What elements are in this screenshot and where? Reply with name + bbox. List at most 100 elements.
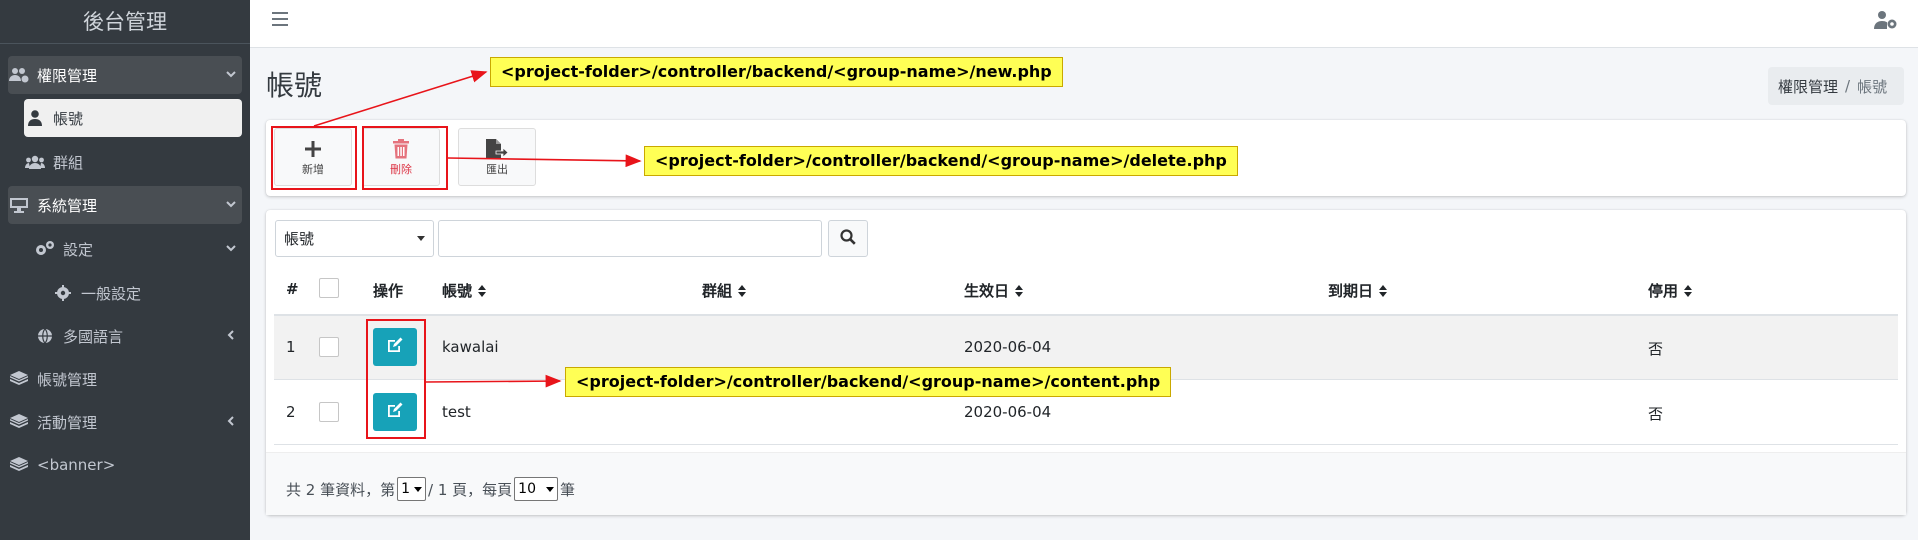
sidebar-item-general-settings[interactable]: 一般設定	[52, 274, 242, 312]
sort-icon	[1684, 284, 1693, 297]
search-field-select[interactable]: 帳號	[275, 220, 434, 257]
user-cog-icon[interactable]	[1874, 10, 1898, 30]
column-header-index: #	[286, 280, 299, 298]
brand-title[interactable]: 後台管理	[0, 0, 250, 44]
sidebar-item-languages[interactable]: 多國語言	[34, 317, 242, 355]
column-header-expiry-date[interactable]: 到期日	[1328, 280, 1388, 301]
column-header-label: 帳號	[442, 282, 473, 300]
column-header-label: 停用	[1648, 282, 1679, 300]
breadcrumb: 權限管理 / 帳號	[1768, 67, 1904, 105]
annotation-delete-path: <project-folder>/controller/backend/<gro…	[644, 146, 1238, 176]
chevron-left-icon	[220, 328, 242, 344]
top-navbar	[250, 0, 1918, 48]
sidebar-item-label: 一般設定	[81, 284, 142, 303]
pagination-footer: 共 2 筆資料，第 1 / 1 頁，每頁 10 筆	[266, 452, 1906, 515]
row-checkbox[interactable]	[319, 402, 339, 422]
column-header-disabled[interactable]: 停用	[1648, 280, 1693, 301]
column-header-label: 群組	[702, 282, 733, 300]
sidebar-item-account[interactable]: 帳號	[24, 99, 242, 137]
account-list-card: 帳號 # 操作 帳號 群組 生效日 到期日 停用 1 kawalai 2020-…	[266, 210, 1906, 515]
file-export-icon	[486, 137, 508, 161]
cell-effective-date: 2020-06-04	[964, 403, 1052, 421]
breadcrumb-item-account: 帳號	[1857, 77, 1888, 96]
pagination: 共 2 筆資料，第 1 / 1 頁，每頁 10 筆	[286, 477, 575, 501]
search-input[interactable]	[438, 220, 822, 257]
arrow-to-new	[313, 70, 488, 127]
row-checkbox[interactable]	[319, 337, 339, 357]
pager-suffix: 筆	[559, 480, 575, 499]
row-index: 1	[286, 338, 296, 356]
annotation-box-add	[271, 126, 357, 190]
users-cog-icon	[8, 65, 30, 85]
annotation-box-edit	[366, 319, 426, 439]
chevron-down-icon	[220, 241, 242, 257]
annotation-box-delete	[362, 126, 448, 190]
search-icon	[840, 228, 856, 249]
users-icon	[24, 152, 46, 172]
chevron-down-icon	[220, 67, 242, 83]
pager-prefix: 共 2 筆資料，第	[286, 480, 396, 499]
column-header-label: 到期日	[1328, 282, 1374, 300]
chevron-down-icon	[417, 236, 425, 241]
cell-account: test	[442, 403, 471, 421]
cog-icon	[52, 283, 74, 303]
sidebar-item-label: 帳號管理	[37, 370, 98, 389]
page-select-value: 1	[401, 481, 411, 497]
hamburger-icon[interactable]	[272, 12, 288, 26]
cogs-icon	[34, 239, 56, 259]
sort-icon	[1379, 284, 1388, 297]
sidebar-item-account-management[interactable]: 帳號管理	[8, 360, 242, 398]
per-page-select-value: 10	[518, 481, 536, 497]
sidebar-item-label: 系統管理	[37, 196, 98, 215]
sidebar-item-label: 設定	[63, 240, 94, 259]
sort-icon	[478, 284, 487, 297]
sidebar-item-permission-management[interactable]: 權限管理	[8, 56, 242, 94]
cell-effective-date: 2020-06-04	[964, 338, 1052, 356]
user-icon	[24, 108, 46, 128]
desktop-icon	[8, 195, 30, 215]
breadcrumb-separator: /	[1845, 77, 1851, 95]
sidebar-item-settings[interactable]: 設定	[34, 230, 242, 268]
search-button[interactable]	[828, 220, 868, 257]
column-header-label: 生效日	[964, 282, 1010, 300]
sidebar-item-label: 權限管理	[37, 66, 98, 85]
select-all-checkbox[interactable]	[319, 278, 339, 298]
per-page-select[interactable]: 10	[514, 477, 558, 501]
export-button-label: 匯出	[486, 163, 508, 176]
sidebar-item-label: 帳號	[53, 109, 84, 128]
annotation-content-path: <project-folder>/controller/backend/<gro…	[565, 367, 1172, 397]
page-select[interactable]: 1	[397, 477, 427, 501]
sidebar-item-event-management[interactable]: 活動管理	[8, 403, 242, 441]
chevron-left-icon	[220, 414, 242, 430]
column-header-actions: 操作	[373, 282, 404, 300]
cell-disabled: 否	[1648, 405, 1664, 423]
page-title: 帳號	[266, 69, 323, 102]
sidebar-item-label: 多國語言	[63, 327, 124, 346]
sidebar-item-label: 活動管理	[37, 413, 98, 432]
sidebar-item-system-management[interactable]: 系統管理	[8, 186, 242, 224]
layers-icon	[8, 369, 30, 389]
export-button[interactable]: 匯出	[458, 128, 536, 186]
sidebar-item-banner[interactable]: <banner>	[8, 446, 242, 484]
sidebar: 後台管理 權限管理 帳號 群組 系統管理 設定 一般設定 多國語言 帳號管理 活…	[0, 0, 250, 540]
annotation-new-path: <project-folder>/controller/backend/<gro…	[490, 57, 1063, 87]
cell-disabled: 否	[1648, 340, 1664, 358]
chevron-down-icon	[220, 197, 242, 213]
sidebar-item-group[interactable]: 群組	[24, 143, 242, 181]
layers-icon	[8, 412, 30, 432]
sort-icon	[738, 284, 747, 297]
layers-icon	[8, 455, 30, 475]
pager-mid: / 1 頁，每頁	[428, 480, 513, 499]
sidebar-item-label: <banner>	[37, 456, 116, 474]
cell-account: kawalai	[442, 338, 499, 356]
sidebar-item-label: 群組	[53, 153, 84, 172]
globe-icon	[34, 326, 56, 346]
column-header-effective-date[interactable]: 生效日	[964, 280, 1024, 301]
search-field-value: 帳號	[284, 230, 315, 248]
breadcrumb-item-permission[interactable]: 權限管理	[1778, 76, 1838, 97]
column-header-account[interactable]: 帳號	[442, 280, 487, 301]
row-index: 2	[286, 403, 296, 421]
chevron-down-icon	[545, 486, 554, 492]
column-header-group[interactable]: 群組	[702, 280, 747, 301]
sort-icon	[1015, 284, 1024, 297]
